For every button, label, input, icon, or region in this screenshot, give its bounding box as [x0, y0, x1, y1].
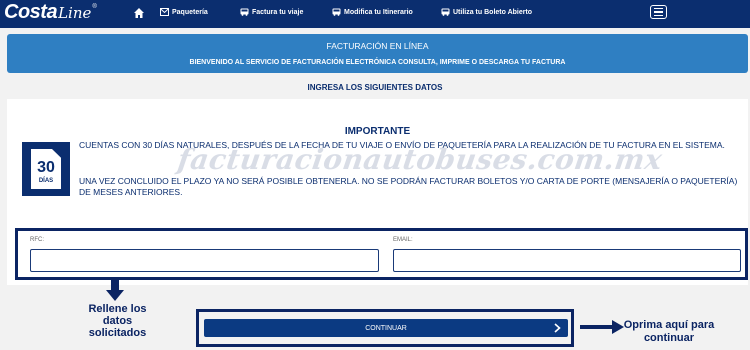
menu-bar: [654, 11, 663, 13]
notice-title: IMPORTANTE: [344, 126, 411, 137]
arrow-down-icon: [106, 279, 124, 301]
bus-icon: [332, 8, 341, 16]
logo-registered-mark: ®: [92, 4, 97, 10]
nav-item-label: Modifica tu Itinerario: [344, 8, 413, 16]
days-label: DÍAS: [38, 178, 54, 184]
menu-bar: [654, 7, 663, 10]
menu-bar: [654, 14, 663, 17]
costa-line-logo[interactable]: Costa Line ®: [4, 1, 97, 27]
bus-icon: [441, 8, 450, 16]
watermark-text: facturacionautobuses.com.mx: [175, 143, 665, 176]
form-heading: INGRESA LOS SIGUIENTES DATOS: [307, 83, 443, 92]
continue-button[interactable]: CONTINUAR: [204, 319, 568, 337]
annotation-fill-data: Rellene los datos solicitados: [88, 303, 147, 339]
logo-line-text: Line: [58, 4, 92, 22]
calendar-sheet: 30 DÍAS: [31, 149, 61, 189]
nav-item-paqueteria[interactable]: Paquetería: [160, 8, 208, 16]
rfc-label: RFC:: [30, 237, 44, 243]
continue-label: CONTINUAR: [365, 324, 407, 332]
nav-item-label: Factura tu viaje: [252, 8, 304, 16]
email-label: EMAIL:: [393, 237, 413, 243]
top-navbar: Costa Line ® Paquetería Factura tu viaje…: [0, 0, 750, 28]
logo-costa-text: Costa: [4, 1, 58, 23]
bus-icon: [240, 8, 249, 16]
notice-paragraph-2: UNA VEZ CONCLUIDO EL PLAZO YA NO SERÁ PO…: [79, 176, 738, 197]
form-fields-highlight: RFC: EMAIL:: [15, 228, 748, 280]
envelope-icon: [160, 8, 169, 16]
nav-item-factura[interactable]: Factura tu viaje: [240, 8, 303, 16]
email-input[interactable]: [393, 249, 741, 272]
home-icon[interactable]: [133, 7, 145, 19]
nav-item-label: Paquetería: [172, 8, 208, 16]
chevron-right-icon: [554, 323, 561, 333]
nav-item-boleto-abierto[interactable]: Utiliza tu Boleto Abierto: [441, 8, 532, 16]
facturacion-banner: FACTURACIÓN EN LÍNEA BIENVENIDO AL SERVI…: [7, 34, 748, 73]
banner-subtitle: BIENVENIDO AL SERVICIO DE FACTURACIÓN EL…: [189, 59, 566, 66]
hamburger-menu-icon[interactable]: [650, 5, 667, 19]
nav-item-itinerario[interactable]: Modifica tu Itinerario: [332, 8, 413, 16]
days-number: 30: [37, 159, 55, 176]
banner-title: FACTURACIÓN EN LÍNEA: [326, 41, 429, 51]
annotation-press-continue: Oprima aquí para continuar: [623, 319, 715, 344]
nav-item-label: Utiliza tu Boleto Abierto: [453, 8, 533, 16]
continue-highlight: CONTINUAR: [196, 309, 574, 347]
rfc-input[interactable]: [30, 249, 379, 272]
calendar-30-days-icon: 30 DÍAS: [22, 142, 70, 196]
